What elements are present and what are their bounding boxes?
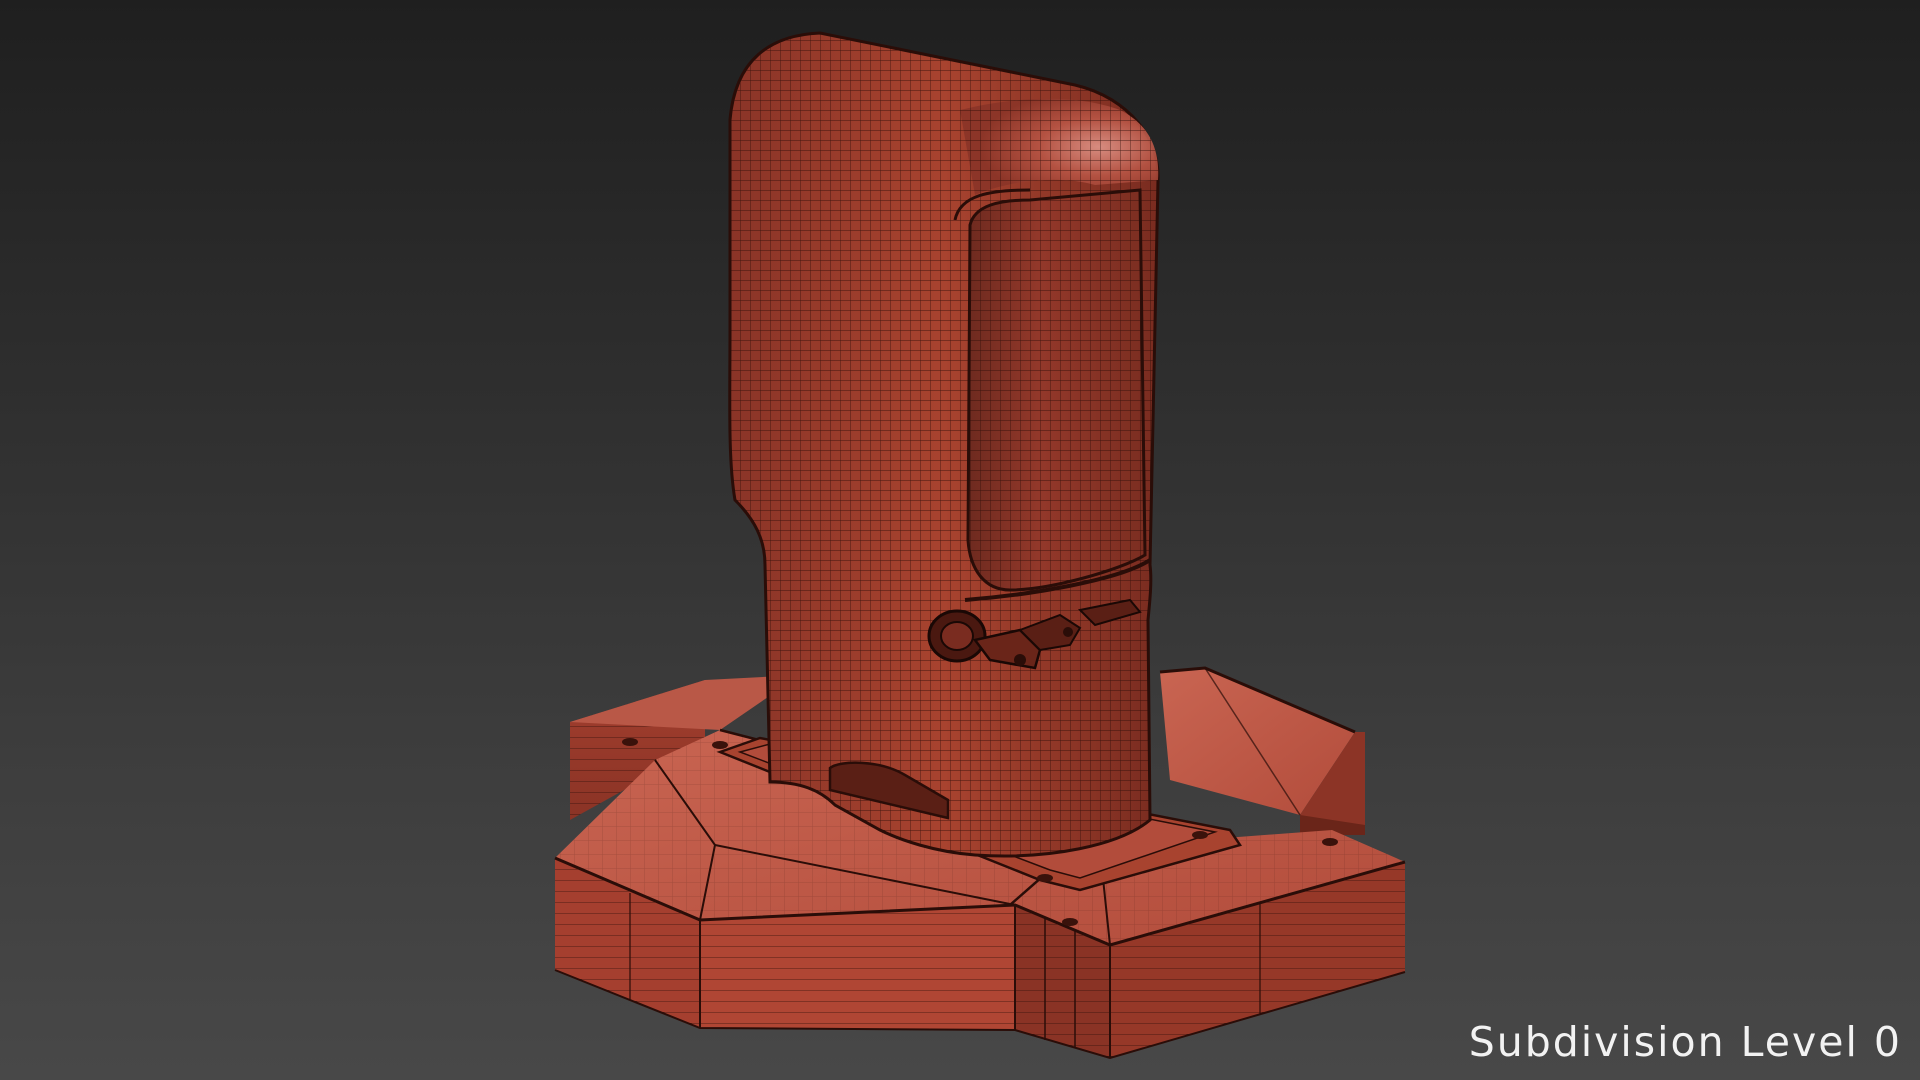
base-back-right-wing [1159,666,1365,835]
render-viewport: Subdivision Level 0 [0,0,1920,1080]
subdivision-level-caption: Subdivision Level 0 [1468,1018,1902,1066]
tower-body [728,31,1160,858]
wireframe-model-render [554,31,1406,1060]
